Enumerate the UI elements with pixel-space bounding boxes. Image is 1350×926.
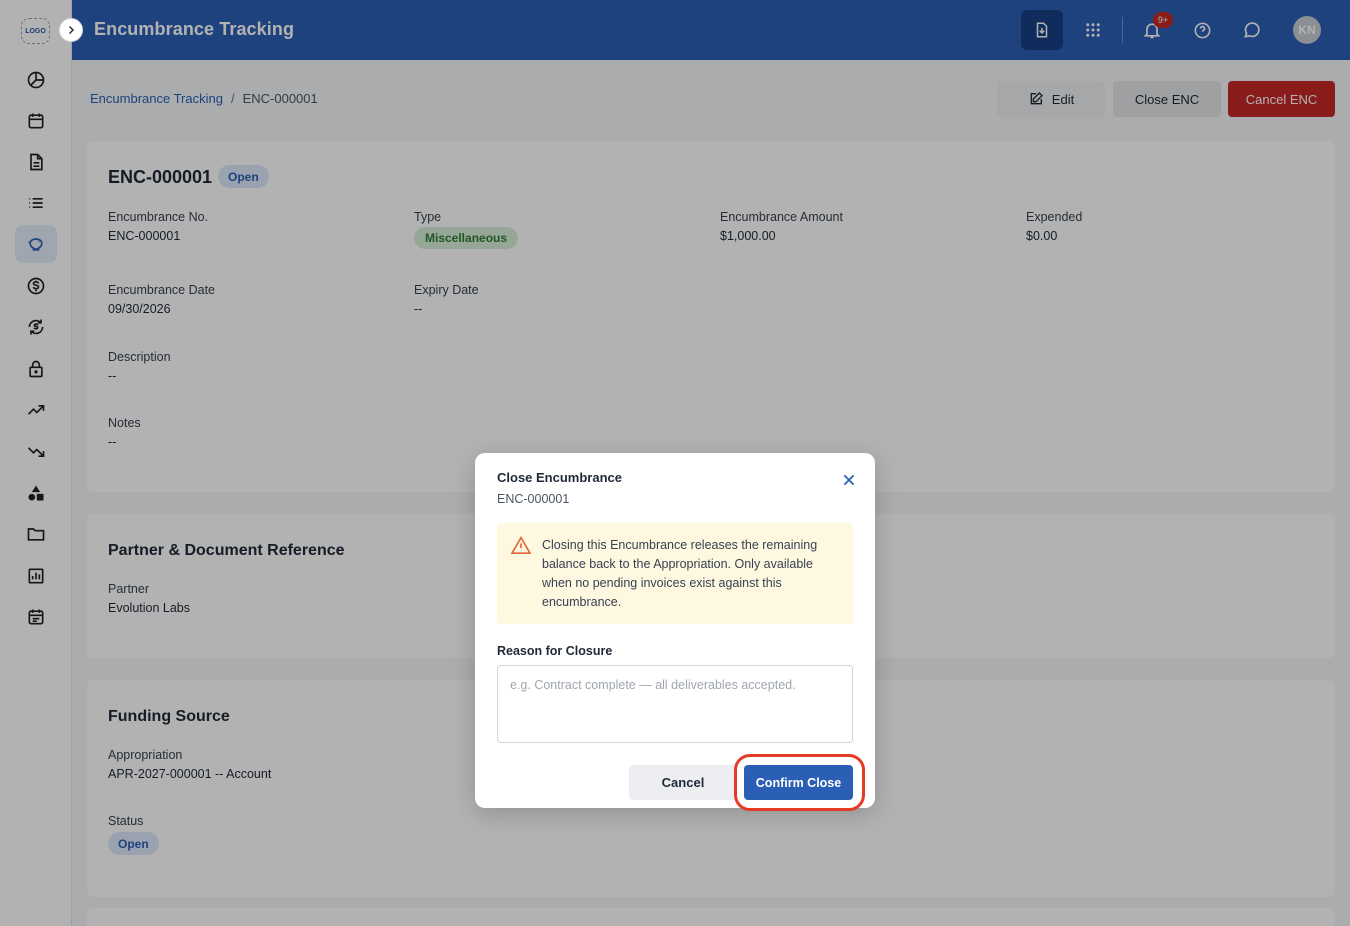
chevron-right-icon: [68, 25, 75, 35]
reason-label: Reason for Closure: [497, 644, 613, 658]
reason-textarea[interactable]: [497, 665, 853, 743]
warning-text: Closing this Encumbrance releases the re…: [542, 538, 818, 609]
cancel-button[interactable]: Cancel: [629, 765, 737, 800]
warning-icon: [511, 536, 531, 554]
dialog-subtitle: ENC-000001: [497, 492, 570, 506]
highlight-annotation: [734, 754, 865, 811]
dialog-title: Close Encumbrance: [497, 470, 622, 485]
dialog-close-button[interactable]: [838, 469, 860, 491]
warning-alert: Closing this Encumbrance releases the re…: [497, 523, 853, 624]
sidebar-expand-button[interactable]: [59, 18, 83, 42]
close-icon: [843, 474, 855, 486]
